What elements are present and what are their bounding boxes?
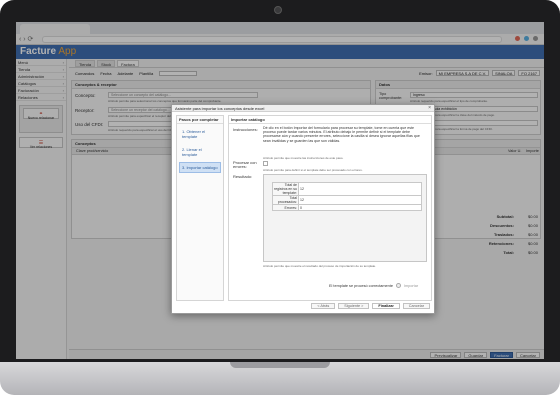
wizard-content: Importar catálogo Instrucciones: Dé clic… [228,115,432,301]
modal-title-text: Asistente para importar los conceptos de… [175,106,265,111]
result-row-value: 12 [298,182,422,196]
instructions-text: Dé clic en el botón Importar del formula… [263,126,420,143]
content-title: Importar catálogo [229,116,431,124]
result-row-label: Total de registros en su template: [272,182,299,196]
table-row: Total procesados: 12 [272,195,422,205]
import-wizard-modal: Asistente para importar los conceptos de… [171,104,435,314]
import-button[interactable]: Importar [404,284,418,288]
result-row-value: 12 [298,195,422,205]
result-row-label: Errores: [272,204,299,211]
modal-buttons: < Atrás Siguiente > Finalizar Cancelar [311,303,430,309]
laptop-mockup: ‹ › ⟳ Facture App Menú › Tienda › Administ… [0,0,560,395]
result-hint: Artículo permite que muestre el resultad… [263,264,377,268]
back-button[interactable]: < Atrás [311,303,336,309]
table-row: Total de registros en su template: 12 [272,182,422,196]
process-errors-checkbox[interactable] [263,161,268,166]
modal-title: Asistente para importar los conceptos de… [172,105,434,112]
result-row-value: 0 [298,204,422,211]
step-llenar-template[interactable]: 2. Llenar el template [179,144,221,160]
result-label: Resultado: [233,174,253,179]
result-box: Total de registros en su template: 12 Tot… [263,174,427,262]
result-row-label: Total procesados: [272,195,299,205]
next-button[interactable]: Siguiente > [338,303,370,309]
step-importar-catalogo[interactable]: 3. Importar catálogo [179,162,221,173]
finish-button[interactable]: Finalizar [372,303,400,309]
process-errors-label: Procesar con errores: [233,160,257,170]
wizard-steps: Pasos por completar 1. Obtener el templa… [176,115,224,301]
success-line: El template se procesó correctamente Imp… [329,283,418,288]
process-errors-hint: Artículo permite para definir si el temp… [263,168,363,172]
modal-cancel-button[interactable]: Cancelar [402,303,430,309]
close-icon[interactable]: × [428,105,431,111]
steps-title: Pasos por completar [177,116,223,124]
screen: ‹ › ⟳ Facture App Menú › Tienda › Administ… [16,22,544,359]
table-row: Errores: 0 [272,204,422,211]
camera-icon [274,6,282,14]
step-obtener-template[interactable]: 1. Obtener el template [179,126,221,142]
laptop-notch [230,362,330,368]
instructions-hint: Artículo permite que muestre las instruc… [263,156,344,160]
status-indicator-icon [395,283,401,288]
success-text: El template se procesó correctamente [329,283,393,288]
result-table: Total de registros en su template: 12 Tot… [272,182,422,211]
instructions-label: Instrucciones: [233,127,258,132]
